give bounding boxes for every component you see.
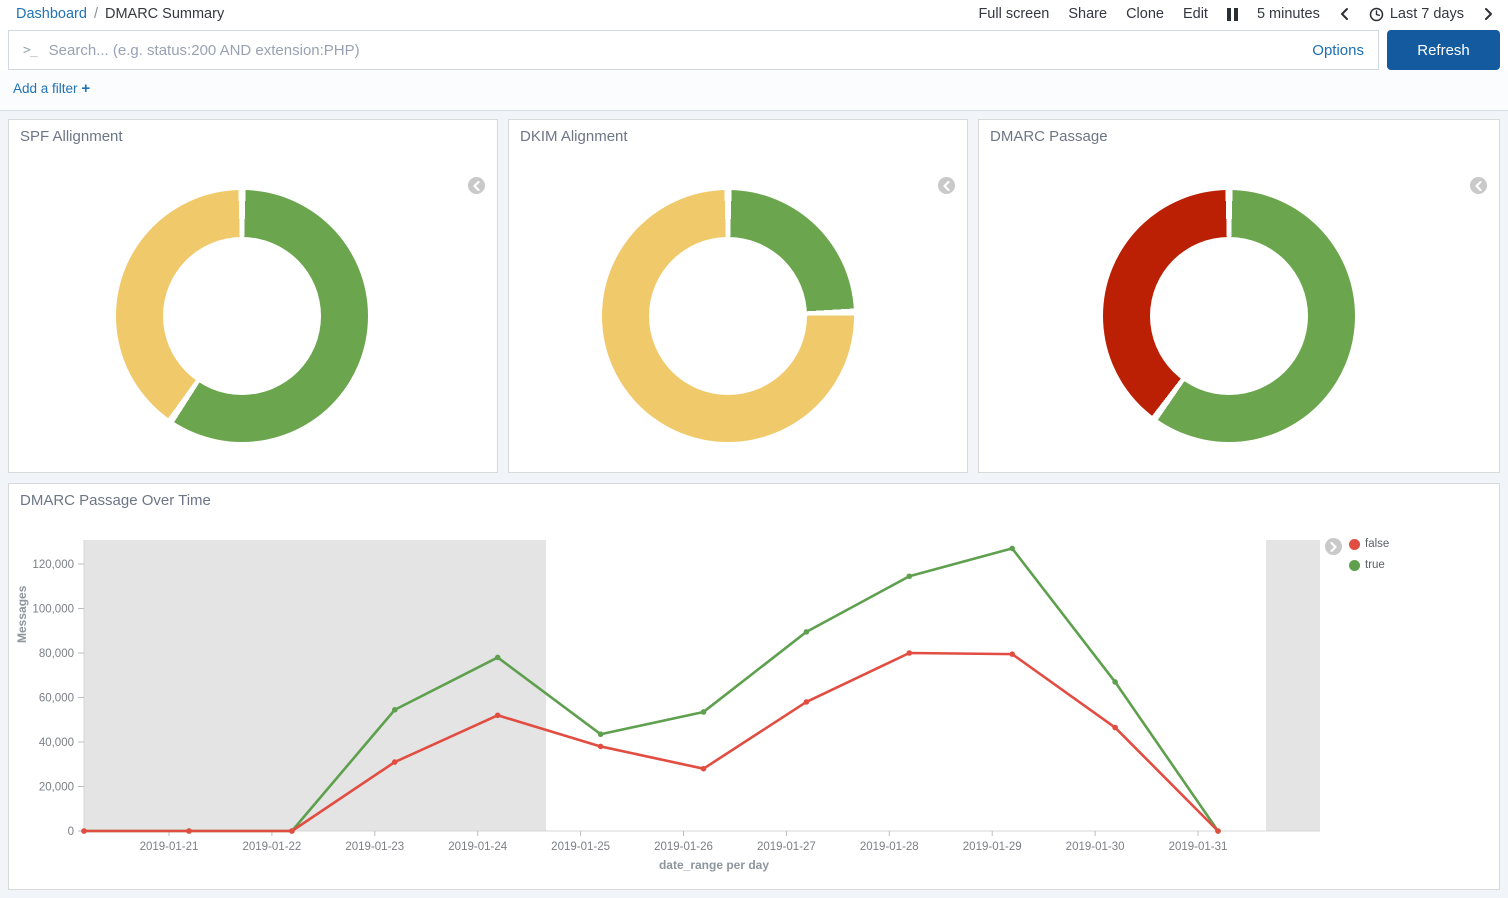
y-tick-label: 100,000 (32, 604, 74, 616)
x-tick-label: 2019-01-30 (1066, 841, 1125, 853)
chevron-left-icon (472, 181, 481, 191)
edit-button[interactable]: Edit (1183, 6, 1208, 22)
data-point-true[interactable] (804, 629, 810, 635)
console-prompt-icon: >_ (23, 43, 37, 58)
pause-icon[interactable] (1227, 8, 1238, 21)
data-point-false[interactable] (1215, 828, 1221, 834)
breadcrumb-separator: / (94, 6, 98, 22)
data-point-false[interactable] (1009, 651, 1015, 657)
legend-label: false (1365, 538, 1389, 550)
x-tick-label: 2019-01-24 (448, 841, 507, 853)
time-filter-shading (84, 540, 546, 831)
share-button[interactable]: Share (1068, 6, 1107, 22)
data-point-true[interactable] (701, 709, 707, 715)
data-point-true[interactable] (1112, 679, 1118, 685)
x-tick-label: 2019-01-26 (654, 841, 713, 853)
legend-toggle-button[interactable] (1470, 177, 1487, 194)
x-tick-label: 2019-01-25 (551, 841, 610, 853)
data-point-false[interactable] (907, 650, 913, 656)
add-filter-button[interactable]: Add a filter + (13, 81, 90, 96)
panel-dkim-alignment: DKIM Alignment (508, 119, 968, 473)
legend-dot-false (1349, 539, 1360, 550)
legend-item-true[interactable]: true (1349, 559, 1389, 571)
data-point-false[interactable] (495, 713, 501, 719)
x-tick-label: 2019-01-21 (140, 841, 199, 853)
search-input[interactable]: >_ Search... (e.g. status:200 AND extens… (8, 30, 1379, 70)
chevron-left-icon (1474, 181, 1483, 191)
y-axis-title: Messages (15, 629, 29, 643)
legend-dot-true (1349, 560, 1360, 571)
data-point-true[interactable] (598, 731, 604, 737)
legend-toggle-button[interactable] (1325, 538, 1342, 555)
data-point-false[interactable] (289, 828, 295, 834)
full-screen-button[interactable]: Full screen (978, 6, 1049, 22)
search-placeholder: Search... (e.g. status:200 AND extension… (49, 42, 1297, 59)
chart-legend: false true (1349, 538, 1389, 571)
data-point-false[interactable] (186, 828, 192, 834)
legend-toggle-button[interactable] (938, 177, 955, 194)
query-bar: >_ Search... (e.g. status:200 AND extens… (0, 26, 1508, 70)
refresh-interval-button[interactable]: 5 minutes (1257, 6, 1320, 22)
dashboard-grid: SPF Allignment DKIM Alignment DMARC Pass… (0, 111, 1508, 898)
data-point-false[interactable] (701, 766, 707, 772)
panel-spf-alignment: SPF Allignment (8, 119, 498, 473)
top-nav-menu: Full screen Share Clone Edit 5 minutes L… (978, 6, 1494, 22)
x-tick-label: 2019-01-22 (242, 841, 301, 853)
clone-button[interactable]: Clone (1126, 6, 1164, 22)
filter-bar: Add a filter + (0, 70, 1508, 111)
dkim-alignment-donut-chart[interactable] (602, 190, 854, 442)
x-tick-label: 2019-01-29 (963, 841, 1022, 853)
y-tick-label: 60,000 (39, 693, 74, 705)
panel-title: DKIM Alignment (520, 128, 628, 145)
dmarc-over-time-line-chart[interactable]: 0 20,000 40,000 60,000 80,000 100,000 120,000 2… (9, 484, 1499, 889)
refresh-button[interactable]: Refresh (1387, 30, 1500, 70)
options-link[interactable]: Options (1312, 42, 1364, 59)
data-point-true[interactable] (1009, 546, 1015, 552)
x-tick-label: 2019-01-27 (757, 841, 816, 853)
panel-row-bottom: DMARC Passage Over Time 020,00040,00060,… (8, 483, 1500, 890)
panel-title: SPF Allignment (20, 128, 123, 145)
y-tick-label: 40,000 (39, 737, 74, 749)
breadcrumb-dashboard-link[interactable]: Dashboard (16, 6, 87, 22)
time-picker-button[interactable]: Last 7 days (1369, 6, 1464, 22)
x-tick-label: 2019-01-28 (860, 841, 919, 853)
data-point-true[interactable] (495, 655, 501, 661)
x-axis-title: date_range per day (9, 858, 1419, 872)
data-point-false[interactable] (81, 828, 87, 834)
y-tick-label: 0 (68, 826, 74, 838)
data-point-true[interactable] (392, 707, 398, 713)
y-tick-label: 120,000 (32, 559, 74, 571)
chevron-left-icon[interactable] (1339, 7, 1350, 21)
plus-icon: + (81, 80, 90, 97)
panel-title: DMARC Passage (990, 128, 1108, 145)
panel-row-top: SPF Allignment DKIM Alignment DMARC Pass… (8, 119, 1500, 473)
chevron-left-icon (942, 181, 951, 191)
data-point-true[interactable] (907, 573, 913, 579)
time-filter-shading (1266, 540, 1320, 831)
legend-toggle-button[interactable] (468, 177, 485, 194)
clock-icon (1369, 7, 1384, 22)
chevron-right-icon (1329, 542, 1338, 552)
page-title: DMARC Summary (105, 6, 224, 22)
y-tick-label: 20,000 (39, 782, 74, 794)
top-nav-bar: Dashboard / DMARC Summary Full screen Sh… (0, 0, 1508, 26)
data-point-false[interactable] (804, 699, 810, 705)
y-tick-label: 80,000 (39, 648, 74, 660)
breadcrumb: Dashboard / DMARC Summary (16, 6, 224, 22)
legend-label: true (1365, 559, 1385, 571)
chevron-right-icon[interactable] (1483, 7, 1494, 21)
dmarc-passage-donut-chart[interactable] (1103, 190, 1355, 442)
panel-dmarc-passage-over-time: DMARC Passage Over Time 020,00040,00060,… (8, 483, 1500, 890)
data-point-false[interactable] (598, 744, 604, 750)
spf-alignment-donut-chart[interactable] (116, 190, 368, 442)
legend-item-false[interactable]: false (1349, 538, 1389, 550)
panel-dmarc-passage: DMARC Passage (978, 119, 1500, 473)
data-point-false[interactable] (392, 759, 398, 765)
data-point-false[interactable] (1112, 725, 1118, 731)
x-tick-label: 2019-01-31 (1169, 841, 1228, 853)
x-tick-label: 2019-01-23 (345, 841, 404, 853)
